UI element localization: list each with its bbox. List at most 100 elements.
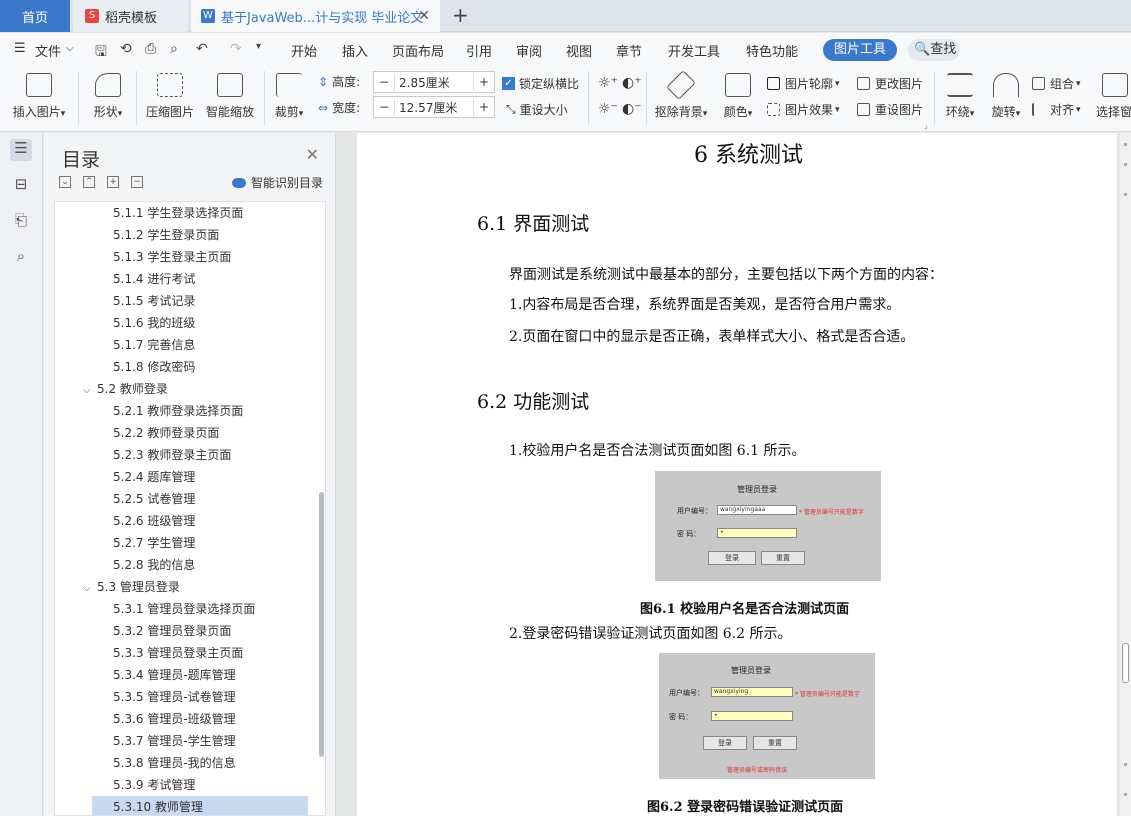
tab-references[interactable]: 引用	[466, 41, 492, 60]
chevron-down-icon[interactable]: ⌵	[83, 578, 97, 600]
toc-item[interactable]: 5.1.8 修改密码	[55, 356, 315, 378]
tab-dev[interactable]: 开发工具	[668, 41, 720, 60]
width-stepper[interactable]: −12.57厘米 +	[373, 96, 495, 118]
toc-section-item[interactable]: ⌵ 5.3 管理员登录	[55, 576, 315, 598]
figure-6-2-screenshot[interactable]: 管理员登录 用户编号： wangxiying * 管理员编号只能是数字 密 码：…	[659, 653, 875, 779]
height-input[interactable]: 2.85厘米	[394, 73, 474, 91]
smart-toc-button[interactable]: 智能识别目录	[232, 174, 323, 191]
tab-document[interactable]: W 基于JavaWeb...计与实现 毕业论文 ✕	[191, 0, 440, 32]
scroll-thumb[interactable]	[1122, 643, 1129, 683]
chapter-nav-icon[interactable]: ⊟	[10, 175, 32, 197]
brightness-down-icon[interactable]: ☼⁻	[598, 101, 618, 117]
toc-item[interactable]: 5.1.7 完善信息	[55, 334, 315, 356]
tab-chapter[interactable]: 章节	[616, 41, 642, 60]
figure-6-1-screenshot[interactable]: 管理员登录 用户编号： wangxiyingaaa * 管理员编号只能是数字 密…	[655, 471, 881, 581]
toc-item[interactable]: 5.1.5 考试记录	[55, 290, 315, 312]
toc-item[interactable]: 5.1.2 学生登录页面	[55, 224, 315, 246]
tab-home[interactable]: 首页	[0, 0, 70, 32]
toc-item[interactable]: 5.2.6 班级管理	[55, 510, 315, 532]
pic-effect-button[interactable]: 图片效果 ▾	[767, 101, 840, 118]
tab-template[interactable]: S 稻壳模板	[73, 0, 188, 32]
toc-item[interactable]: 5.3.2 管理员登录页面	[55, 620, 315, 642]
toc-item[interactable]: 5.3.6 管理员-班级管理	[55, 708, 315, 730]
toc-item[interactable]: 5.2.3 教师登录主页面	[55, 444, 315, 466]
reset-pic-button[interactable]: 重设图片	[857, 101, 923, 118]
quick-access-more-icon[interactable]: ▾	[256, 41, 261, 52]
color-button[interactable]: 颜色▾	[718, 73, 758, 120]
height-stepper[interactable]: −2.85厘米 +	[373, 71, 495, 93]
tab-view[interactable]: 视图	[566, 41, 592, 60]
pic-outline-button[interactable]: 图片轮廓 ▾	[767, 75, 840, 92]
print-preview-icon[interactable]: ⌕	[170, 41, 178, 57]
add-heading-icon[interactable]: +	[107, 176, 119, 188]
search-icon[interactable]: ⌕	[10, 247, 32, 269]
save-icon[interactable]: 🖫	[95, 41, 107, 65]
toc-item[interactable]: 5.3.7 管理员-学生管理	[55, 730, 315, 752]
toc-item[interactable]: 5.3.8 管理员-我的信息	[55, 752, 315, 774]
search-button[interactable]: 🔍查找	[908, 39, 960, 61]
toc-icon[interactable]: ☰	[10, 139, 32, 161]
brightness-up-icon[interactable]: ☼⁺	[598, 75, 618, 91]
print-icon[interactable]: ⎙	[145, 41, 156, 57]
tab-start[interactable]: 开始	[291, 41, 317, 60]
tab-special[interactable]: 特色功能	[746, 41, 798, 60]
chevron-down-icon[interactable]: ⌵	[83, 380, 97, 402]
document-scrollbar[interactable]	[1120, 133, 1131, 816]
new-tab-icon[interactable]: +	[452, 3, 469, 27]
close-icon[interactable]: ✕	[418, 8, 430, 24]
toc-item[interactable]: 5.2.8 我的信息	[55, 554, 315, 576]
contrast-up-icon[interactable]: ◐⁺	[622, 75, 642, 91]
plus-icon[interactable]: +	[474, 75, 494, 89]
undo-history-icon[interactable]: ⟲	[120, 41, 132, 57]
toc-section-item[interactable]: ⌵ 5.2 教师登录	[55, 378, 315, 400]
chevron-down-icon[interactable]: ⌵	[66, 43, 74, 54]
dialog-launcher-icon[interactable]: ⌟	[924, 121, 928, 130]
minus-icon[interactable]: −	[374, 75, 394, 89]
expand-all-icon[interactable]: ⌃	[83, 176, 95, 188]
toc-scrollbar[interactable]	[319, 492, 324, 757]
toc-item[interactable]: 5.3.1 管理员登录选择页面	[55, 598, 315, 620]
toc-item[interactable]: 5.3.10 教师管理	[92, 796, 308, 815]
toc-item[interactable]: 5.1.4 进行考试	[55, 268, 315, 290]
plus-icon[interactable]: +	[474, 100, 494, 114]
toc-item[interactable]: 5.2.1 教师登录选择页面	[55, 400, 315, 422]
rotate-button[interactable]: 旋转▾	[986, 73, 1026, 120]
tab-insert[interactable]: 插入	[342, 41, 368, 60]
insert-picture-button[interactable]: 插入图片▾	[8, 73, 70, 120]
crop-button[interactable]: 裁剪▾	[271, 73, 307, 120]
toc-item[interactable]: 5.1.6 我的班级	[55, 312, 315, 334]
compress-button[interactable]: 压缩图片	[143, 73, 197, 120]
wrap-button[interactable]: 环绕▾	[940, 73, 980, 120]
tab-review[interactable]: 审阅	[516, 41, 542, 60]
group-button[interactable]: 组合 ▾	[1032, 75, 1081, 92]
width-input[interactable]: 12.57厘米	[394, 98, 474, 116]
tab-layout[interactable]: 页面布局	[392, 41, 444, 60]
toc-item[interactable]: 5.2.5 试卷管理	[55, 488, 315, 510]
smart-zoom-button[interactable]: 智能缩放	[203, 73, 257, 120]
toc-item[interactable]: 5.1.1 学生登录选择页面	[55, 202, 315, 224]
contrast-down-icon[interactable]: ◐⁻	[622, 101, 642, 117]
toc-item[interactable]: 5.3.3 管理员登录主页面	[55, 642, 315, 664]
change-pic-button[interactable]: 更改图片	[857, 75, 923, 92]
toc-item[interactable]: 5.2.7 学生管理	[55, 532, 315, 554]
shape-button[interactable]: 形状▾	[86, 73, 130, 120]
minus-icon[interactable]: −	[374, 100, 394, 114]
close-icon[interactable]: ✕	[306, 145, 319, 164]
redo-icon[interactable]: ↷	[230, 41, 242, 57]
lock-ratio-checkbox[interactable]: ✓ 锁定纵横比	[502, 75, 579, 92]
menu-icon[interactable]: ☰	[14, 41, 26, 56]
toc-item[interactable]: 5.1.3 学生登录主页面	[55, 246, 315, 268]
toc-item[interactable]: 5.3.9 考试管理	[55, 774, 315, 796]
toc-item[interactable]: 5.2.2 教师登录页面	[55, 422, 315, 444]
toc-item[interactable]: 5.2.4 题库管理	[55, 466, 315, 488]
toc-item[interactable]: 5.3.4 管理员-题库管理	[55, 664, 315, 686]
remove-heading-icon[interactable]: −	[131, 176, 143, 188]
toc-item[interactable]: 5.3.5 管理员-试卷管理	[55, 686, 315, 708]
tab-picture-tools[interactable]: 图片工具	[823, 39, 897, 61]
undo-icon[interactable]: ↶	[196, 41, 208, 57]
collapse-all-icon[interactable]: ⌄	[59, 176, 71, 188]
remove-bg-button[interactable]: 抠除背景▾	[652, 70, 710, 120]
reset-size-button[interactable]: ⤡ 重设大小	[506, 101, 568, 118]
tab-file[interactable]: 文件	[35, 41, 61, 60]
select-pane-button[interactable]: 选择窗	[1096, 73, 1131, 120]
